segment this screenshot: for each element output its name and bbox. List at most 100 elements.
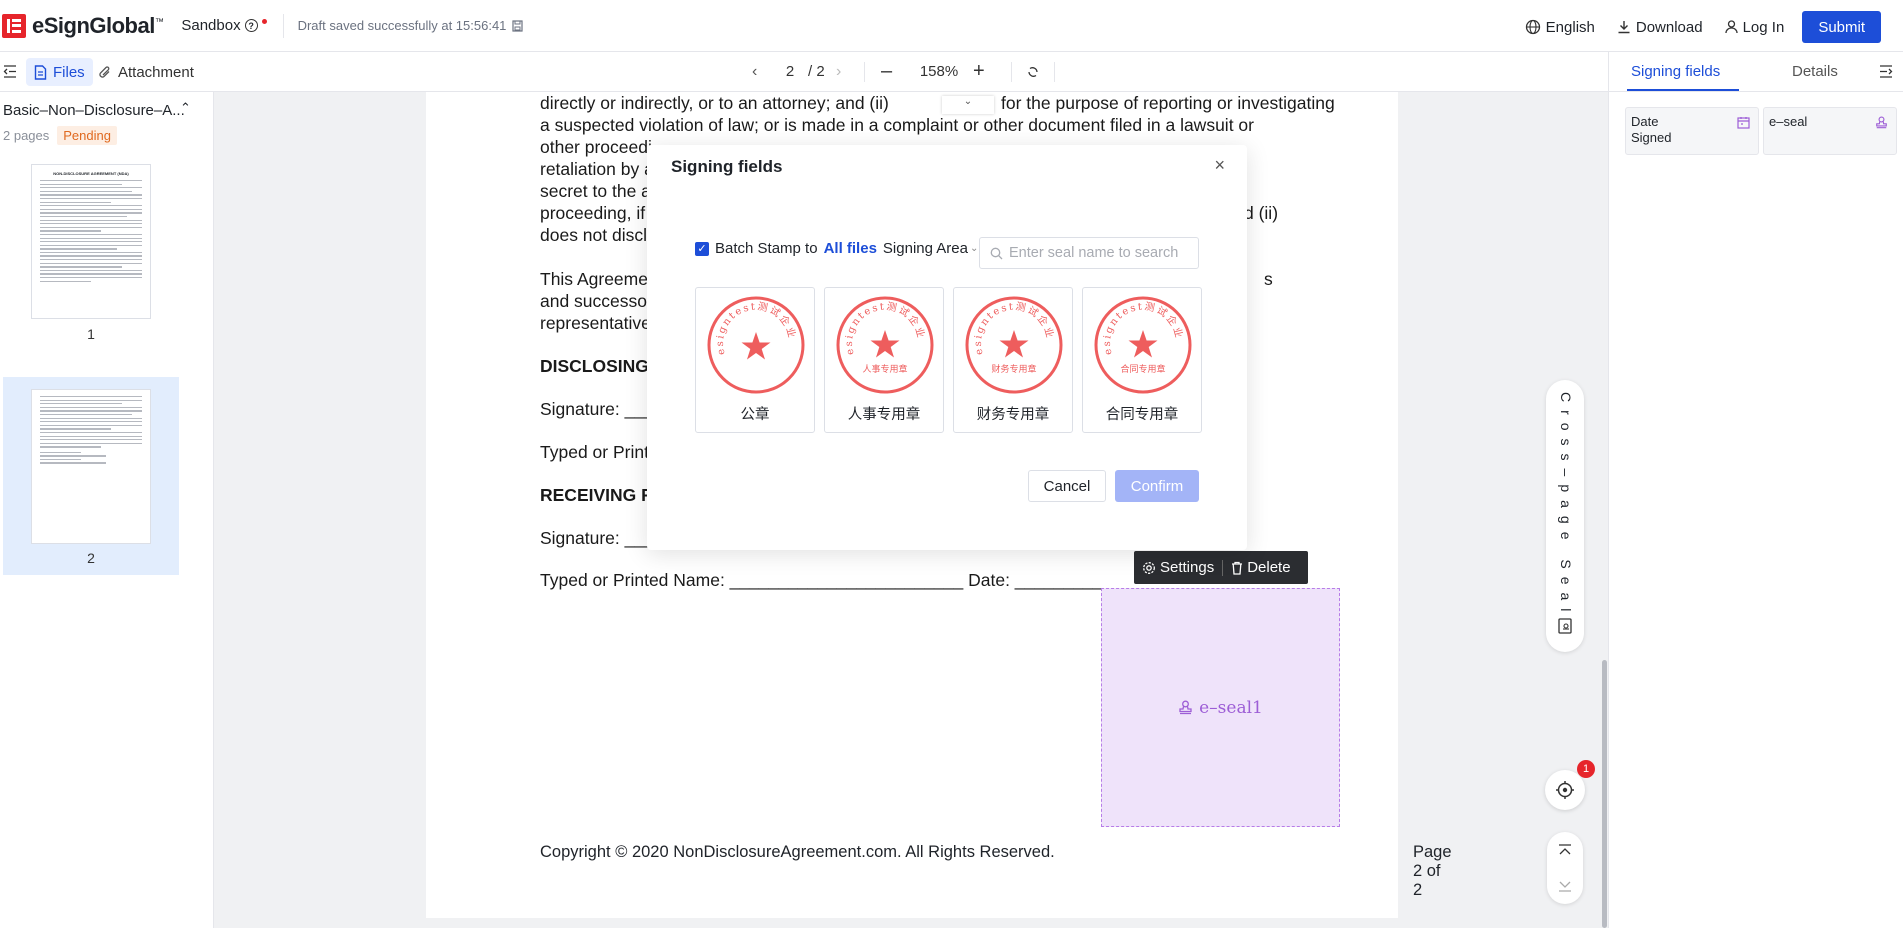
doc-line: and successo: [540, 291, 648, 311]
search-icon: [990, 247, 1003, 259]
e-seal-field[interactable]: e–seal1: [1101, 588, 1340, 827]
seal-option[interactable]: esigntest测试企业 公章: [695, 287, 815, 433]
divider: [864, 61, 865, 82]
prev-page-icon[interactable]: ‹: [752, 63, 772, 81]
doc-line: Signature: ___: [540, 399, 654, 419]
file-sidebar: Basic–Non–Disclosure–A... ⌃ 2 pages Pend…: [0, 92, 214, 928]
e-seal-field-label: e–seal1: [1199, 697, 1263, 718]
logo-icon: [2, 13, 26, 38]
sandbox-indicator[interactable]: Sandbox ?: [181, 17, 267, 34]
calendar-icon: [1737, 117, 1750, 129]
language-selector[interactable]: English: [1525, 19, 1595, 36]
thumbnail-page-1[interactable]: NON-DISCLOSURE AGREEMENT (NDA) 1: [3, 164, 179, 342]
page-footer-number: Page 2 of 2: [1413, 843, 1452, 899]
sandbox-label: Sandbox: [181, 17, 241, 34]
zoom-in-icon[interactable]: +: [973, 60, 997, 83]
settings-button[interactable]: Settings: [1134, 559, 1222, 576]
thumbnail-page-2[interactable]: 2: [3, 377, 179, 575]
zoom-level[interactable]: 158%: [905, 63, 973, 80]
submit-button[interactable]: Submit: [1802, 11, 1881, 43]
cancel-button[interactable]: Cancel: [1028, 470, 1106, 502]
login-button[interactable]: Log In: [1724, 18, 1785, 36]
page-footer-copyright: Copyright © 2020 NonDisclosureAgreement.…: [540, 843, 1055, 861]
delete-button[interactable]: Delete: [1223, 559, 1298, 576]
doc-line: Signature: ___: [540, 528, 654, 548]
download-button[interactable]: Download: [1617, 19, 1703, 36]
right-panel: Signing fields Details Date Signed e–sea…: [1608, 52, 1903, 928]
doc-line: directly or indirectly, or to an attorne…: [540, 93, 889, 113]
chevron-down-icon[interactable]: ⌄: [970, 243, 978, 254]
locate-count-badge: 1: [1577, 760, 1595, 778]
vertical-scrollbar[interactable]: [1602, 660, 1607, 928]
doc-line: Typed or Print: [540, 442, 649, 462]
seal-option[interactable]: esigntest测试企业 人事专用章 人事专用章: [824, 287, 944, 433]
tab-attachment[interactable]: Attachment: [98, 58, 194, 86]
tab-files-label: Files: [53, 63, 85, 81]
inline-dropdown[interactable]: ⌄: [942, 96, 994, 114]
field-e-seal[interactable]: e–seal: [1763, 107, 1897, 155]
locate-field-button[interactable]: [1545, 770, 1585, 810]
field-toolbar: Settings Delete: [1134, 551, 1308, 584]
seal-search-input[interactable]: Enter seal name to search: [979, 237, 1199, 269]
seal-option[interactable]: esigntest测试企业 合同专用章 合同专用章: [1082, 287, 1202, 433]
zoom-out-icon[interactable]: –: [881, 60, 905, 83]
thumbnail-number: 2: [87, 550, 95, 566]
confirm-button[interactable]: Confirm: [1115, 470, 1199, 502]
batch-stamp-label: Batch Stamp to: [715, 240, 818, 257]
doc-line: for the purpose of reporting or investig…: [1001, 93, 1335, 113]
scroll-controls: [1547, 832, 1583, 904]
logo: eSignGlobal™: [2, 13, 164, 39]
collapse-sidebar-icon[interactable]: [3, 65, 17, 78]
batch-scope-selector[interactable]: All files: [824, 240, 877, 257]
document-name[interactable]: Basic–Non–Disclosure–A...: [3, 102, 185, 119]
scroll-top-icon[interactable]: [1558, 844, 1572, 856]
collapse-panel-icon[interactable]: [1879, 65, 1893, 78]
doc-line: secret to the a: [540, 181, 651, 201]
scroll-bottom-icon[interactable]: [1558, 880, 1572, 892]
tab-files[interactable]: Files: [26, 58, 93, 86]
document-toolbar: Files Attachment ‹ 2 / 2 › – 158% +: [0, 52, 1608, 92]
seal-image: esigntest测试企业 合同专用章: [1094, 296, 1192, 394]
doc-line: s: [1264, 269, 1273, 289]
page-number-input[interactable]: 2: [772, 63, 808, 80]
doc-heading: DISCLOSING: [540, 356, 649, 376]
tab-signing-fields[interactable]: Signing fields: [1631, 63, 1720, 80]
draft-status: Draft saved successfully at 15:56:41: [298, 18, 524, 33]
divider: [1054, 61, 1055, 82]
settings-label: Settings: [1160, 559, 1215, 576]
close-icon[interactable]: ×: [1214, 155, 1225, 176]
doc-line: a suspected violation of law; or is made…: [540, 115, 1254, 135]
seal-inner-text: 财务专用章: [991, 363, 1036, 375]
help-icon[interactable]: ?: [244, 19, 258, 32]
doc-line: proceeding, if: [540, 203, 646, 223]
search-placeholder: Enter seal name to search: [1009, 245, 1179, 261]
signing-area-label: Signing Area: [882, 240, 968, 257]
page-navigator: ‹ 2 / 2 › – 158% +: [752, 60, 1055, 83]
top-bar: eSignGlobal™ Sandbox ? Draft saved succe…: [0, 0, 1903, 52]
rotate-icon[interactable]: [1026, 65, 1040, 79]
download-label: Download: [1635, 18, 1703, 36]
user-icon: [1724, 20, 1738, 34]
download-icon: [1618, 21, 1630, 34]
cross-page-seal-button[interactable]: Cross–page Seal: [1546, 380, 1584, 652]
doc-line: Typed or Printed Name: _________________…: [540, 570, 1142, 590]
globe-icon: [1525, 19, 1540, 35]
page-count: 2 pages: [3, 128, 50, 143]
paperclip-icon: [99, 65, 110, 78]
chevron-up-icon[interactable]: ⌃: [180, 100, 191, 116]
delete-label: Delete: [1247, 559, 1291, 576]
trademark: ™: [154, 16, 164, 27]
draft-status-text: Draft saved successfully at 15:56:41: [297, 18, 507, 33]
field-date-signed[interactable]: Date Signed: [1625, 107, 1759, 155]
next-page-icon[interactable]: ›: [836, 63, 858, 81]
seal-name: 人事专用章: [847, 407, 921, 423]
doc-line: does not discl: [540, 225, 648, 245]
batch-stamp-checkbox[interactable]: ✓: [695, 241, 709, 256]
seal-name: 合同专用章: [1105, 407, 1179, 423]
seal-option[interactable]: esigntest测试企业 财务专用章 财务专用章: [953, 287, 1073, 433]
cross-page-seal-label: Cross–page Seal: [1558, 392, 1574, 620]
thumbnail-number: 1: [87, 326, 95, 342]
login-label: Log In: [1742, 18, 1785, 36]
seal-inner-text: 合同专用章: [1120, 363, 1165, 375]
tab-details[interactable]: Details: [1792, 63, 1838, 80]
